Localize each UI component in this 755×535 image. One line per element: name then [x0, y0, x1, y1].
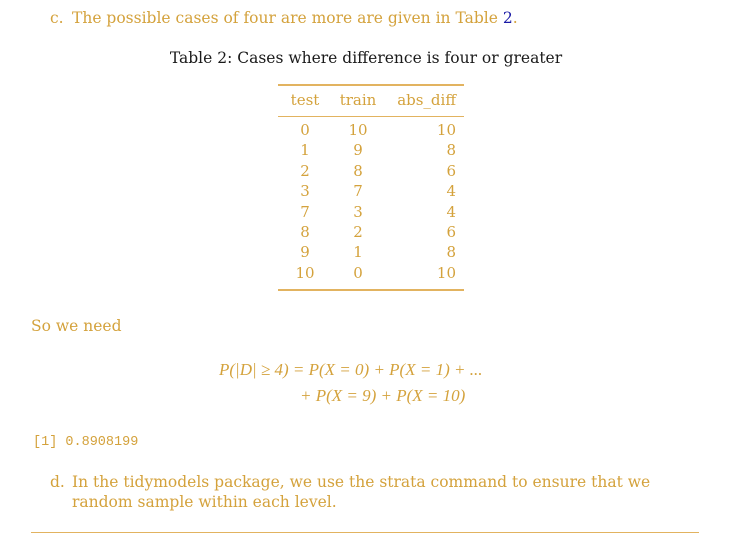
cell-abs-diff: 6 — [446, 161, 456, 180]
cell-abs-diff: 8 — [446, 243, 456, 262]
cell-train: 10 — [348, 121, 368, 139]
r-console-output: [1] 0.8908199 — [33, 435, 139, 450]
item-d-marker: d. — [50, 473, 65, 491]
equation-line-1: P(|D| ≥ 4) = P(X = 0) + P(X = 1) + ... — [219, 360, 483, 379]
table-row: 3 7 4 — [278, 181, 464, 201]
table-header-row: test train abs_diff — [278, 85, 464, 117]
table-row: 1 9 8 — [278, 140, 464, 160]
cell-test: 3 — [300, 182, 310, 201]
cell-train: 9 — [353, 141, 363, 160]
table-reference-link[interactable]: 2 — [503, 9, 513, 27]
cell-abs-diff: 4 — [446, 182, 456, 201]
cell-abs-diff: 8 — [446, 141, 456, 160]
item-d-text: In the tidymodels package, we use the st… — [72, 473, 651, 511]
bottom-divider — [31, 532, 699, 533]
table-row: 8 2 6 — [278, 222, 464, 242]
cell-test: 9 — [300, 243, 310, 262]
header-test: test — [290, 91, 320, 109]
table-caption: Table 2: Cases where difference is four … — [169, 49, 563, 67]
cell-train: 0 — [353, 263, 363, 282]
item-c-text: The possible cases of four are more are … — [72, 9, 503, 27]
cell-train: 3 — [353, 202, 363, 221]
item-c-marker: c. — [50, 9, 64, 27]
cell-train: 7 — [353, 182, 363, 201]
equation-line-2: + P(X = 9) + P(X = 10) — [300, 386, 466, 405]
cell-test: 2 — [300, 161, 310, 180]
header-abs-diff: abs_diff — [397, 91, 456, 109]
cell-test: 8 — [300, 223, 310, 242]
cell-test: 1 — [300, 141, 310, 160]
cell-test: 7 — [300, 202, 310, 221]
item-c-period: . — [512, 9, 518, 27]
so-we-need-text: So we need — [31, 317, 122, 335]
cell-train: 8 — [353, 161, 363, 180]
table-row: 0 10 10 — [278, 117, 464, 141]
table-row: 2 8 6 — [278, 161, 464, 181]
item-c-paragraph: c. The possible cases of four are more ar… — [50, 8, 518, 28]
cell-abs-diff: 10 — [436, 263, 456, 282]
table-row: 10 0 10 — [278, 263, 464, 290]
cell-test: 0 — [300, 121, 310, 139]
cell-abs-diff: 6 — [446, 223, 456, 242]
table-row: 9 1 8 — [278, 242, 464, 262]
header-train: train — [339, 91, 377, 109]
cell-abs-diff: 10 — [436, 121, 456, 139]
cell-train: 1 — [353, 243, 363, 262]
cell-test: 10 — [295, 263, 315, 282]
cell-train: 2 — [353, 223, 363, 242]
item-d-paragraph: d. In the tidymodels package, we use the… — [50, 472, 710, 512]
cases-table: test train abs_diff 0 10 10 1 9 8 2 8 6 … — [278, 84, 464, 291]
cell-abs-diff: 4 — [446, 202, 456, 221]
table-row: 7 3 4 — [278, 202, 464, 222]
